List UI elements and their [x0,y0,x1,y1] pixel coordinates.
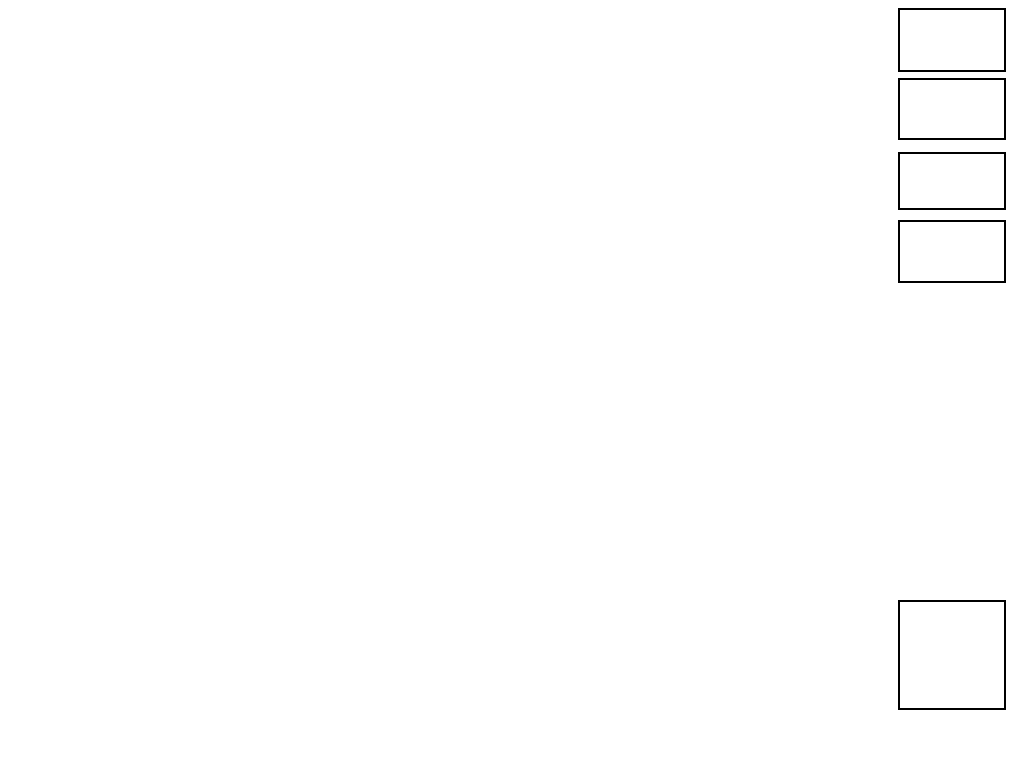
wbd-spectrogram-display [0,0,1024,768]
axes-layer [0,0,1024,768]
ephemeris-info-box [898,600,1006,710]
legend-box-antenna [898,78,1006,140]
legend-box-resolution [898,152,1006,210]
legend-box-data-mode [898,8,1006,72]
legend-box-translation [898,220,1006,283]
